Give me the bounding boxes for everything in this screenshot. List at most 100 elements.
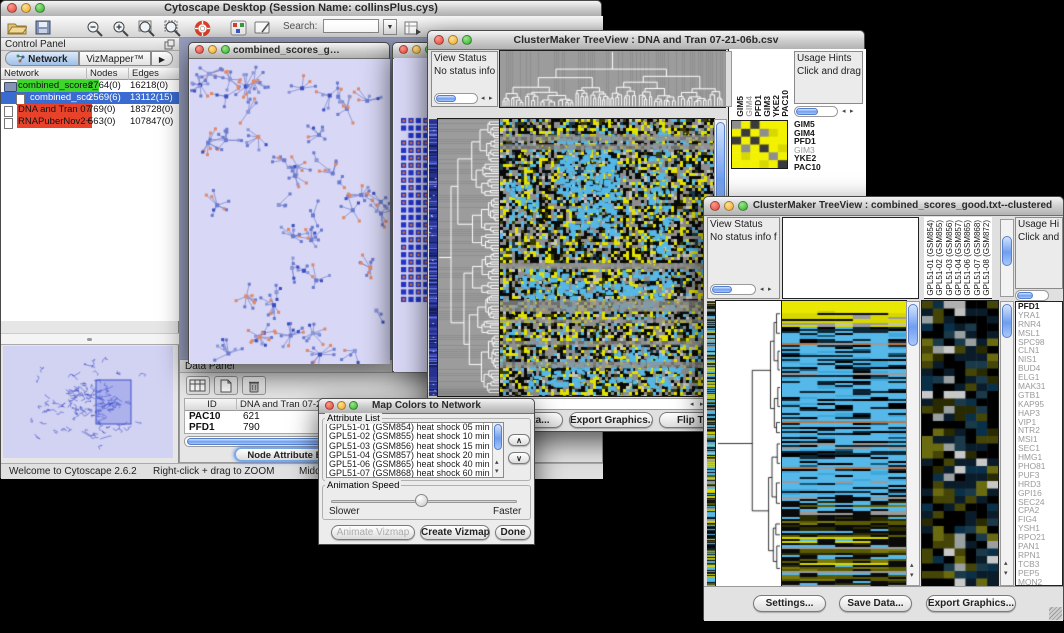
network-overview-canvas[interactable]: [3, 346, 173, 458]
tv1-gene-label[interactable]: PAC10: [794, 163, 864, 172]
move-down-button[interactable]: ∨: [508, 452, 530, 464]
tv2-labels-vscroll-thumb[interactable]: [1002, 236, 1012, 266]
scroll-left-icon[interactable]: ◂: [760, 286, 764, 294]
zoom-selected-icon[interactable]: [163, 19, 189, 39]
tab-overflow-arrow[interactable]: ▶: [151, 51, 173, 66]
scroll-left-icon[interactable]: ◂: [481, 95, 485, 103]
zoom-button[interactable]: [35, 3, 45, 13]
map-colors-titlebar[interactable]: Map Colors to Network: [319, 399, 534, 414]
tab-vizmapper[interactable]: VizMapper™: [79, 51, 151, 66]
close-button[interactable]: [434, 35, 444, 45]
close-button[interactable]: [399, 45, 408, 54]
open-icon[interactable]: [6, 19, 32, 39]
attribute-list-item[interactable]: GPL51-07 (GSM868) heat shock 60 min: [327, 469, 503, 478]
network-graph-canvas[interactable]: [190, 59, 390, 364]
attribute-select-icon[interactable]: [186, 376, 210, 395]
attribute-listbox[interactable]: GPL51-01 (GSM854) heat shock 05 minGPL51…: [326, 422, 504, 478]
zoom-button[interactable]: [738, 201, 748, 211]
tv2-export-graphics-button[interactable]: Export Graphics...: [926, 595, 1016, 612]
tv2-usage-scroll-thumb[interactable]: [1017, 292, 1033, 299]
zoom-button[interactable]: [349, 401, 358, 410]
tv1-heatmap-canvas[interactable]: [500, 119, 714, 396]
zoom-fit-icon[interactable]: [137, 19, 163, 39]
resize-grip[interactable]: [1049, 607, 1062, 620]
tv1-status-scroll-thumb[interactable]: [436, 95, 456, 102]
divider-handle[interactable]: [87, 338, 92, 341]
network-table-row[interactable]: DNA and Tran 07769(0)183728(0): [1, 104, 179, 116]
scroll-up-icon[interactable]: ▴: [910, 562, 914, 570]
treeview-combined-titlebar[interactable]: ClusterMaker TreeView : combined_scores_…: [704, 197, 1063, 216]
zoom-button[interactable]: [462, 35, 472, 45]
attribute-list-scrollbar[interactable]: ▴ ▾: [492, 423, 503, 477]
scroll-right-icon[interactable]: ▸: [850, 108, 854, 116]
network-table-row[interactable]: combined_sco2569(6)13112(15): [1, 92, 179, 104]
move-up-button[interactable]: ∧: [508, 434, 530, 446]
vizmapper-icon[interactable]: [229, 19, 255, 39]
overview-divider[interactable]: [1, 333, 179, 345]
help-icon[interactable]: [193, 19, 219, 39]
minimize-button[interactable]: [208, 45, 217, 54]
new-attribute-icon[interactable]: [214, 376, 238, 395]
main-titlebar[interactable]: Cytoscape Desktop (Session Name: collins…: [1, 1, 601, 17]
annotation-icon[interactable]: [253, 19, 279, 39]
minimize-button[interactable]: [724, 201, 734, 211]
scroll-down-icon[interactable]: ▾: [910, 572, 914, 580]
close-button[interactable]: [325, 401, 334, 410]
close-button[interactable]: [7, 3, 17, 13]
tv2-usage-scrollbar[interactable]: [1015, 290, 1049, 301]
tv2-settings-button[interactable]: Settings...: [753, 595, 826, 612]
close-button[interactable]: [710, 201, 720, 211]
zoom-button[interactable]: [221, 45, 230, 54]
col-edges[interactable]: Edges: [129, 68, 179, 80]
tv2-labels-vscrollbar[interactable]: [1000, 219, 1014, 297]
minimize-button[interactable]: [21, 3, 31, 13]
tv2-status-scroll-thumb[interactable]: [712, 286, 732, 293]
attribute-list-scroll-thumb[interactable]: [494, 424, 502, 450]
tv1-export-graphics-button[interactable]: Export Graphics...: [569, 412, 653, 428]
scroll-right-icon[interactable]: ▸: [768, 286, 772, 294]
treeview-dna-titlebar[interactable]: ClusterMaker TreeView : DNA and Tran 07-…: [428, 31, 864, 50]
tv1-usage-scroll-thumb[interactable]: [796, 108, 818, 115]
tv2-zoom-detail-canvas[interactable]: [922, 301, 998, 586]
scroll-right-icon[interactable]: ▸: [489, 95, 493, 103]
export-table-icon[interactable]: [403, 19, 429, 39]
tv2-genes-vscrollbar[interactable]: ▴ ▾: [1000, 301, 1014, 586]
tab-network[interactable]: Network: [5, 51, 79, 66]
close-button[interactable]: [195, 45, 204, 54]
search-input[interactable]: [323, 19, 379, 33]
tv1-correlation-matrix-canvas[interactable]: [732, 121, 787, 168]
col-network[interactable]: Network: [1, 68, 87, 80]
save-icon[interactable]: [34, 19, 60, 39]
scroll-up-icon[interactable]: ▴: [1004, 560, 1008, 568]
animation-speed-slider-thumb[interactable]: [415, 494, 428, 507]
tv1-status-scrollbar[interactable]: [434, 93, 478, 104]
network-table-header[interactable]: Network Nodes Edges: [1, 68, 179, 80]
network-table-row[interactable]: combined_scores_2764(0)16218(0): [1, 80, 179, 92]
network-table-row[interactable]: RNAPuberNov2+563(0)107847(0): [1, 116, 179, 128]
delete-attribute-icon[interactable]: [242, 376, 266, 395]
tv2-genes-vscroll-thumb[interactable]: [1002, 304, 1012, 338]
minimize-button[interactable]: [448, 35, 458, 45]
search-dropdown-arrow[interactable]: ▼: [383, 19, 397, 35]
scroll-up-icon[interactable]: ▴: [495, 459, 499, 467]
animate-vizmap-button[interactable]: Animate Vizmap: [331, 525, 415, 540]
network-view-titlebar[interactable]: combined_scores_good.txt--cluste...: [189, 43, 389, 59]
minimize-button[interactable]: [412, 45, 421, 54]
tv1-gene-dendrogram-canvas[interactable]: [438, 119, 500, 396]
scroll-left-icon[interactable]: ◂: [842, 108, 846, 116]
tv2-heatmap-vscrollbar[interactable]: ▴ ▾: [906, 301, 920, 586]
create-vizmap-button[interactable]: Create Vizmap: [420, 525, 490, 540]
col-nodes[interactable]: Nodes: [87, 68, 129, 80]
scroll-down-icon[interactable]: ▾: [495, 468, 499, 476]
tv2-heatmap-vscroll-thumb[interactable]: [908, 304, 918, 346]
id-column[interactable]: ID: [185, 399, 237, 411]
scroll-left-icon[interactable]: ◂: [690, 401, 694, 409]
tv2-heatmap-canvas[interactable]: [782, 301, 906, 586]
tv2-status-scrollbar[interactable]: [710, 284, 756, 295]
tv2-save-data-button[interactable]: Save Data...: [839, 595, 912, 612]
minimize-button[interactable]: [337, 401, 346, 410]
zoom-in-icon[interactable]: [111, 19, 137, 39]
zoom-out-icon[interactable]: [85, 19, 111, 39]
done-button[interactable]: Done: [495, 525, 531, 540]
tv2-gene-dendrogram-canvas[interactable]: [716, 301, 782, 586]
